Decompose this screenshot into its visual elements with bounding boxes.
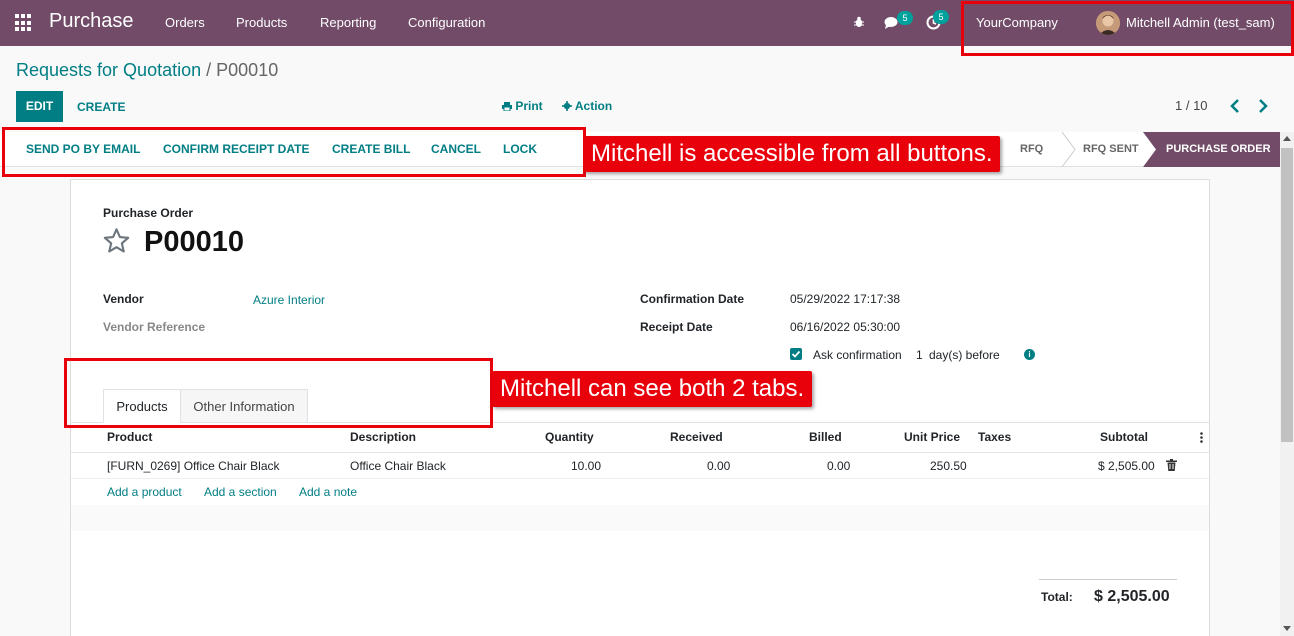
breadcrumb: Requests for Quotation / P00010: [16, 60, 278, 81]
receipt-date-value: 06/16/2022 05:30:00: [790, 320, 901, 334]
confirmation-date-value: 05/29/2022 17:17:38: [790, 292, 901, 306]
messages-badge: 5: [897, 11, 913, 25]
stage-rfq: RFQ: [1020, 143, 1044, 155]
check-icon: [791, 350, 801, 358]
bug-icon[interactable]: [853, 16, 865, 28]
apps-menu-icon[interactable]: [15, 14, 33, 32]
annotation-box-user: [961, 1, 1294, 56]
column-quantity[interactable]: Quantity: [545, 430, 594, 444]
menu-orders[interactable]: Orders: [165, 15, 205, 30]
breadcrumb-parent[interactable]: Requests for Quotation: [16, 60, 201, 80]
ask-confirmation-checkbox[interactable]: [790, 348, 802, 360]
print-icon: [502, 102, 512, 112]
line-description[interactable]: Office Chair Black: [350, 459, 446, 473]
column-description[interactable]: Description: [350, 430, 416, 444]
column-product[interactable]: Product: [107, 430, 152, 444]
column-subtotal[interactable]: Subtotal: [1100, 430, 1148, 444]
menu-reporting[interactable]: Reporting: [320, 15, 376, 30]
column-billed[interactable]: Billed: [809, 430, 842, 444]
vendor-field[interactable]: Azure Interior: [253, 293, 325, 307]
total-amount: $ 2,505.00: [1094, 588, 1170, 605]
gear-icon: [562, 101, 572, 111]
ask-confirmation-days[interactable]: 1: [916, 348, 923, 362]
total-divider: [1039, 579, 1177, 580]
create-button[interactable]: CREATE: [77, 100, 125, 114]
column-taxes[interactable]: Taxes: [978, 430, 1011, 444]
add-section-link[interactable]: Add a section: [204, 485, 277, 499]
line-subtotal: $ 2,505.00: [1098, 459, 1155, 473]
app-name[interactable]: Purchase: [49, 10, 134, 33]
confirmation-date-label: Confirmation Date: [640, 292, 745, 306]
vendor-label: Vendor: [103, 292, 144, 306]
empty-row: [71, 505, 1209, 531]
chevron-left-icon[interactable]: [1230, 99, 1240, 113]
line-received[interactable]: 0.00: [707, 459, 730, 473]
action-label: Action: [574, 99, 613, 113]
scroll-down-arrow-icon[interactable]: [1283, 626, 1291, 631]
column-received[interactable]: Received: [670, 430, 723, 444]
stage-active-label: PURCHASE ORDER: [1166, 143, 1271, 155]
total-label: Total:: [1041, 590, 1073, 604]
ask-confirmation-label: Ask confirmation: [813, 348, 902, 362]
action-dropdown[interactable]: Action: [562, 99, 612, 113]
breadcrumb-separator: /: [206, 60, 212, 80]
menu-products[interactable]: Products: [236, 15, 287, 30]
edit-button[interactable]: EDIT: [16, 91, 63, 122]
line-unit-price[interactable]: 250.50: [930, 459, 967, 473]
breadcrumb-current: P00010: [216, 60, 279, 80]
annotation-callout-buttons: Mitchell is accessible from all buttons.: [583, 136, 1001, 172]
line-product[interactable]: [FURN_0269] Office Chair Black: [107, 459, 280, 473]
line-quantity[interactable]: 10.00: [571, 459, 601, 473]
scrollbar-thumb[interactable]: [1281, 148, 1293, 442]
print-dropdown[interactable]: Print: [502, 99, 543, 113]
stage-purchase-order: PURCHASE ORDER: [1143, 132, 1280, 167]
line-billed[interactable]: 0.00: [827, 459, 850, 473]
info-icon[interactable]: i: [1024, 349, 1035, 360]
vendor-reference-label: Vendor Reference: [103, 320, 206, 334]
annotation-box-tabs: [64, 358, 493, 428]
annotation-box-buttons: [2, 127, 586, 177]
activities-badge: 5: [933, 10, 949, 24]
ask-confirmation-suffix: day(s) before: [929, 348, 1000, 362]
optional-columns-icon[interactable]: [1200, 432, 1203, 443]
receipt-date-label: Receipt Date: [640, 320, 713, 334]
stage-arrow-separator: [1062, 132, 1076, 167]
add-product-link[interactable]: Add a product: [107, 485, 182, 499]
column-unit-price[interactable]: Unit Price: [904, 430, 960, 444]
star-icon[interactable]: [102, 227, 131, 255]
chevron-right-icon[interactable]: [1258, 99, 1268, 113]
pager-value[interactable]: 1 / 10: [1175, 98, 1208, 113]
document-type-label: Purchase Order: [103, 206, 194, 220]
annotation-callout-tabs: Mitchell can see both 2 tabs.: [492, 371, 813, 407]
order-name: P00010: [144, 226, 244, 258]
print-label: Print: [515, 99, 543, 113]
add-note-link[interactable]: Add a note: [299, 485, 357, 499]
menu-configuration[interactable]: Configuration: [408, 15, 485, 30]
trash-icon[interactable]: [1166, 459, 1177, 471]
stage-rfq-sent: RFQ SENT: [1083, 143, 1139, 155]
scroll-up-arrow-icon[interactable]: [1283, 136, 1291, 141]
